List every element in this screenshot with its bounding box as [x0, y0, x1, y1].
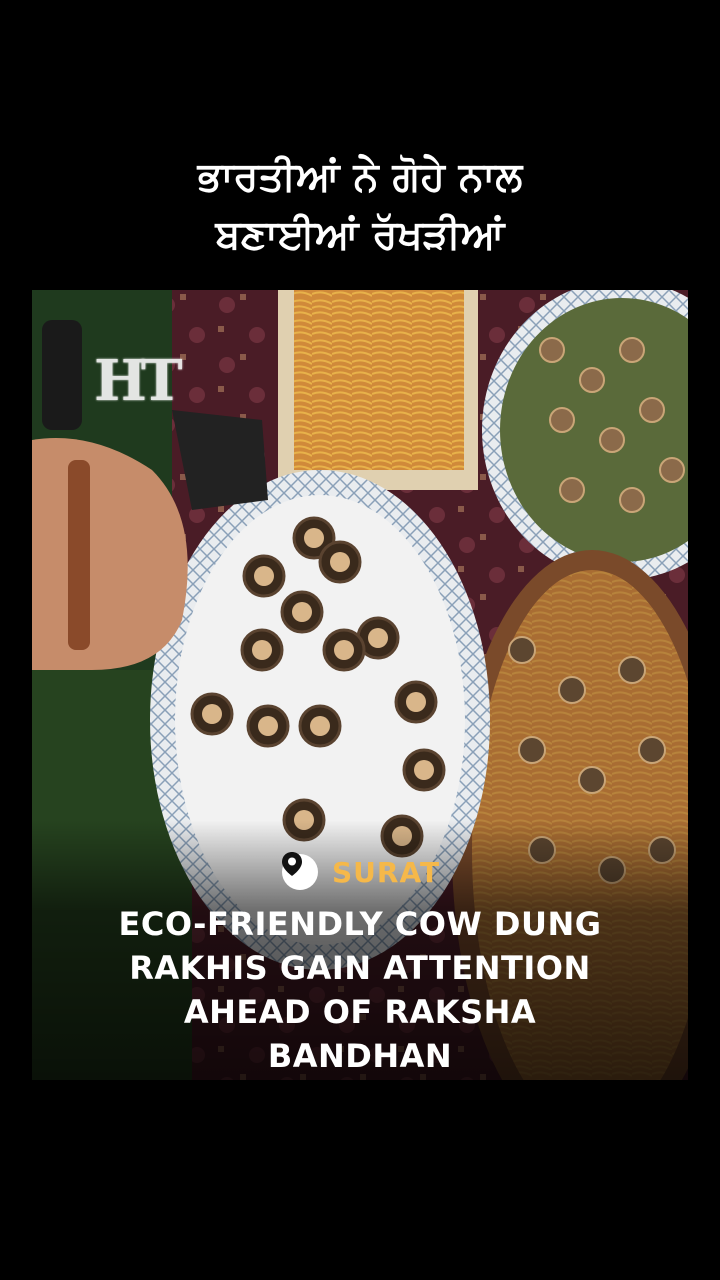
headline: ਭਾਰਤੀਆਂ ਨੇ ਗੋਹੇ ਨਾਲ ਬਣਾਈਆਂ ਰੱਖੜੀਆਂ [0, 148, 720, 264]
video-post: ਭਾਰਤੀਆਂ ਨੇ ਗੋਹੇ ਨਾਲ ਬਣਾਈਆਂ ਰੱਖੜੀਆਂ HT SU… [0, 0, 720, 1280]
video-frame[interactable]: HT SURAT ECO-FRIENDLY COW DUNG RAKHIS GA… [32, 290, 688, 1080]
story-caption: ECO-FRIENDLY COW DUNG RAKHIS GAIN ATTENT… [32, 902, 688, 1078]
headline-line-1: ਭਾਰਤੀਆਂ ਨੇ ਗੋਹੇ ਨਾਲ [197, 154, 523, 200]
story-line-3: AHEAD OF RAKSHA [183, 993, 537, 1031]
story-line-4: BANDHAN [267, 1037, 453, 1075]
location-label: SURAT [332, 855, 441, 889]
location-pin-icon [282, 852, 318, 890]
headline-line-2: ਬਣਾਈਆਂ ਰੱਖੜੀਆਂ [215, 212, 505, 258]
story-line-1: ECO-FRIENDLY COW DUNG [118, 905, 602, 943]
location-tag: SURAT [282, 852, 440, 892]
ht-logo: HT [94, 348, 183, 414]
story-line-2: RAKHIS GAIN ATTENTION [129, 949, 591, 987]
